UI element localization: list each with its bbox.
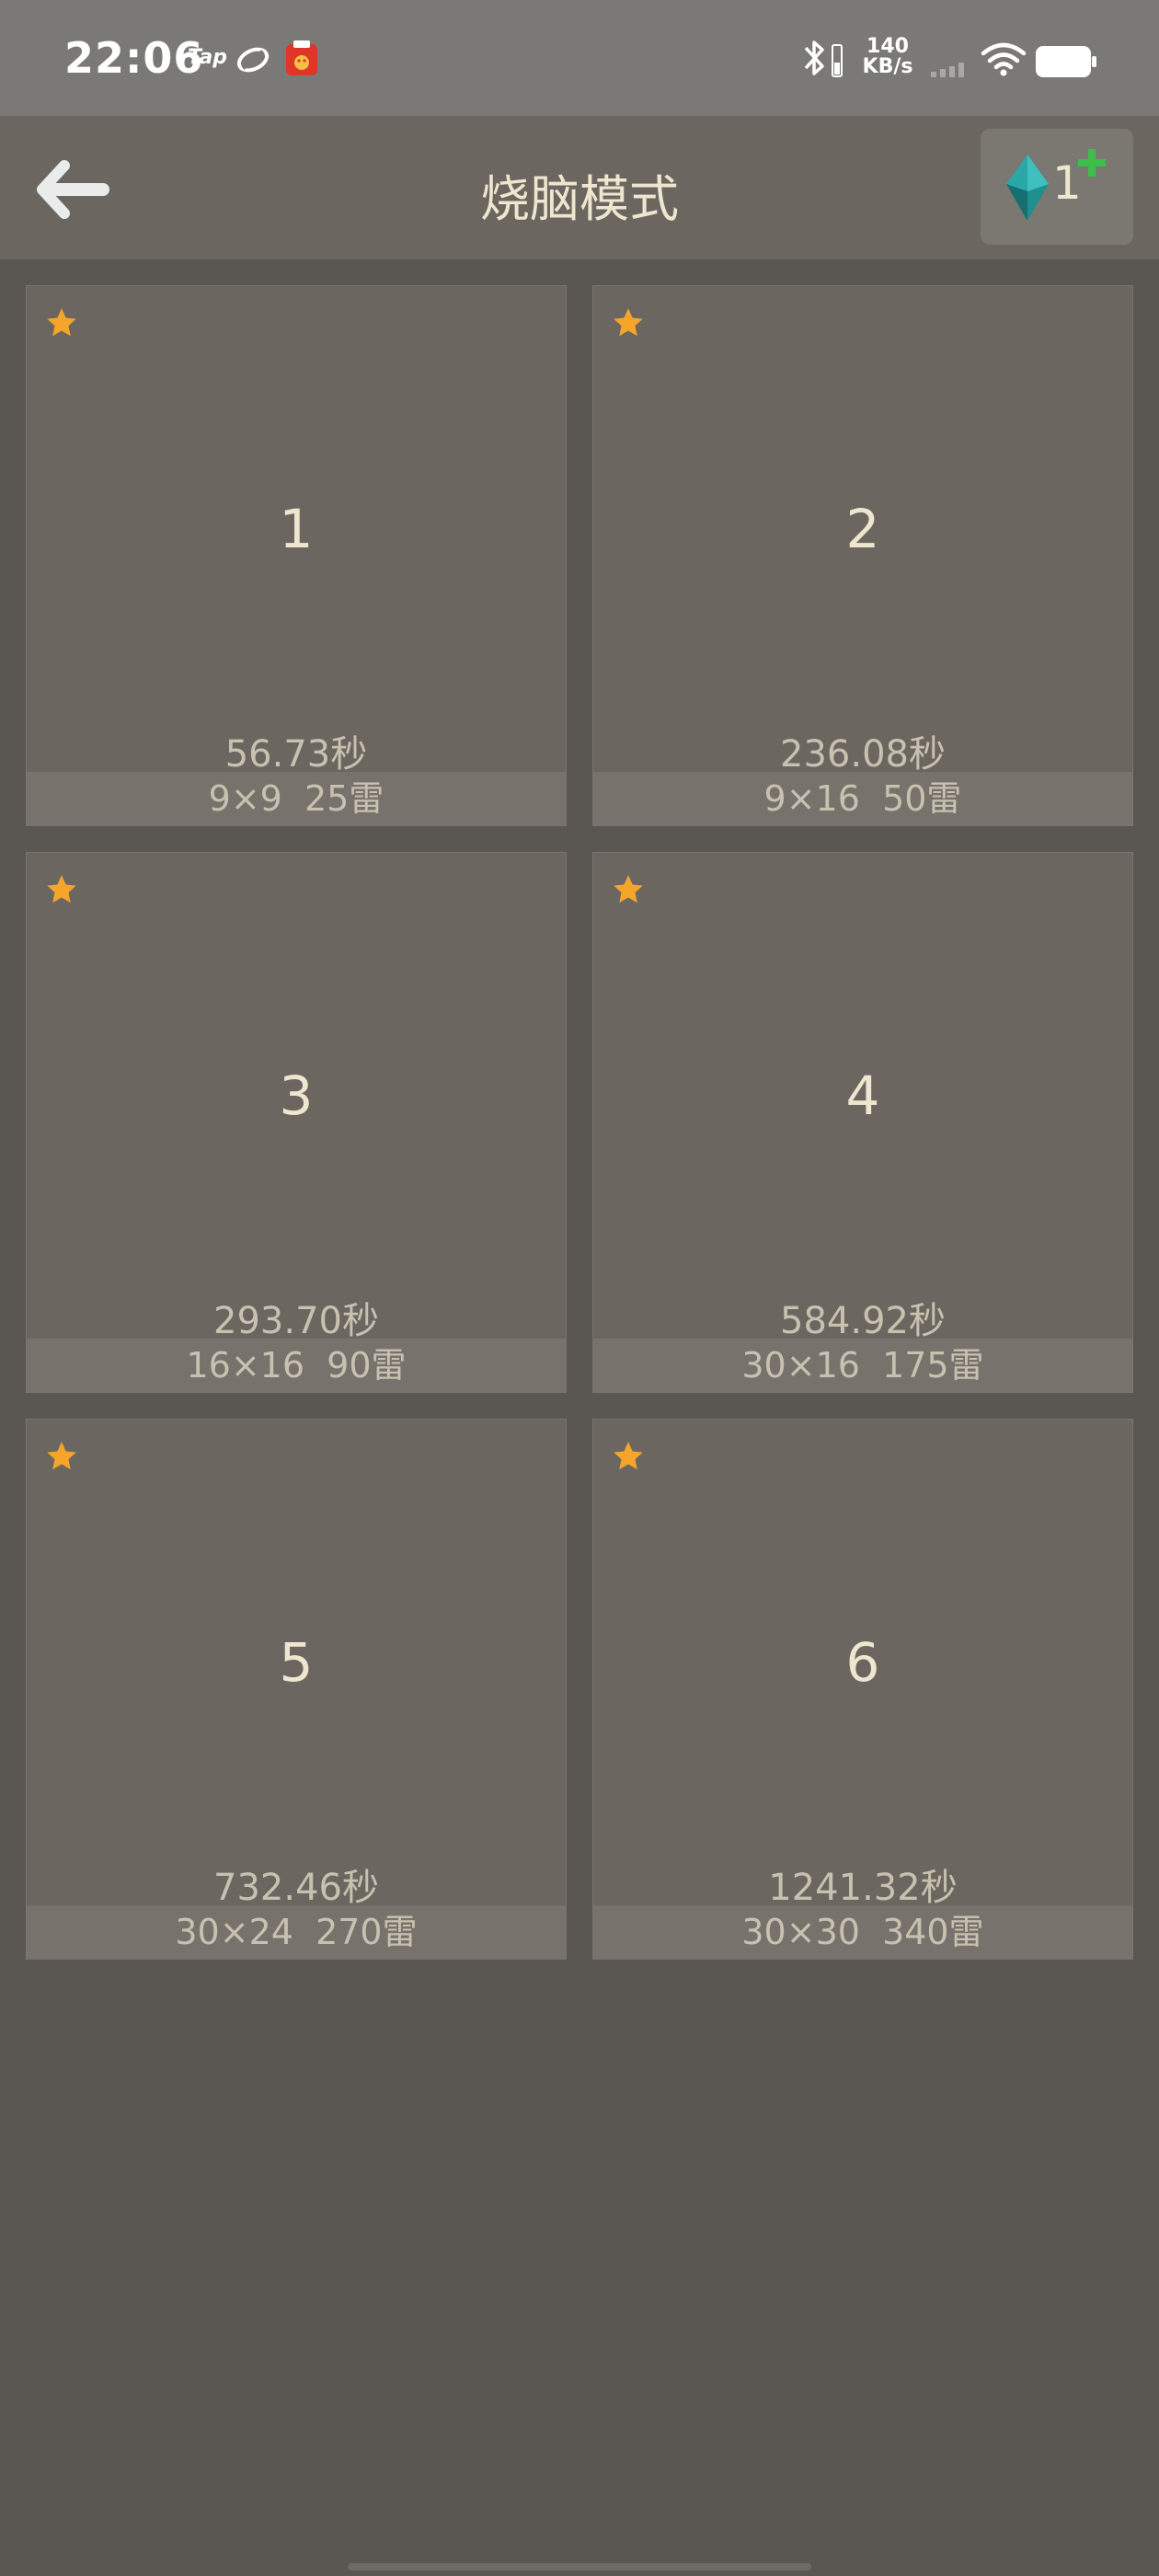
level-best-time: 1241.32秒 — [768, 1867, 958, 1909]
tap-app-icon: Tap — [188, 46, 227, 69]
level-card-1[interactable]: 1 56.73秒 9×9 25雷 — [26, 285, 567, 826]
level-best-time: 732.46秒 — [213, 1867, 379, 1909]
level-card-3[interactable]: 3 293.70秒 16×16 90雷 — [26, 852, 567, 1393]
level-info: 30×24 270雷 — [27, 1905, 566, 1959]
home-indicator[interactable] — [348, 2563, 811, 2570]
star-icon — [614, 875, 643, 903]
level-number: 4 — [845, 1064, 880, 1127]
level-card-5[interactable]: 5 732.46秒 30×24 270雷 — [26, 1419, 567, 1960]
level-card-4[interactable]: 4 584.92秒 30×16 175雷 — [592, 852, 1133, 1393]
gem-add-button[interactable]: 1 — [981, 129, 1133, 245]
star-icon — [47, 308, 76, 337]
level-number: 2 — [845, 498, 880, 560]
level-info: 30×16 175雷 — [593, 1339, 1132, 1392]
wifi-icon — [981, 42, 1027, 76]
status-time: 22:06 — [64, 33, 204, 83]
level-number: 1 — [279, 498, 314, 560]
level-number: 5 — [279, 1631, 314, 1694]
level-card-6[interactable]: 6 1241.32秒 30×30 340雷 — [592, 1419, 1133, 1960]
level-info: 9×16 50雷 — [593, 772, 1132, 825]
network-speed: 140 KB/s — [855, 37, 920, 77]
battery-icon — [1036, 46, 1096, 77]
star-icon — [47, 1442, 76, 1470]
red-app-icon — [286, 40, 317, 75]
level-best-time: 584.92秒 — [780, 1300, 946, 1342]
star-icon — [614, 308, 643, 337]
level-best-time: 56.73秒 — [224, 733, 368, 776]
network-speed-value: 140 — [866, 35, 909, 58]
level-best-time: 236.08秒 — [780, 733, 946, 776]
level-number: 3 — [279, 1064, 314, 1127]
level-info: 30×30 340雷 — [593, 1905, 1132, 1959]
level-card-2[interactable]: 2 236.08秒 9×16 50雷 — [592, 285, 1133, 826]
back-arrow-icon — [37, 160, 109, 219]
level-info: 16×16 90雷 — [27, 1339, 566, 1392]
level-info: 9×9 25雷 — [27, 772, 566, 825]
app-bar: 烧脑模式 1 — [0, 116, 1159, 259]
gem-icon — [1006, 155, 1049, 221]
status-bar: 22:06 Tap 140 KB/s — [0, 0, 1159, 116]
bluetooth-icon — [804, 40, 824, 75]
back-button[interactable] — [28, 153, 120, 226]
network-speed-unit: KB/s — [862, 55, 913, 78]
level-best-time: 293.70秒 — [213, 1300, 379, 1342]
swirl-app-icon — [236, 47, 270, 73]
star-icon — [614, 1442, 643, 1470]
battery-saver-icon — [832, 44, 843, 77]
star-icon — [47, 875, 76, 903]
level-number: 6 — [845, 1631, 880, 1694]
cell-signal-icon — [931, 63, 964, 77]
plus-icon — [1078, 149, 1106, 177]
